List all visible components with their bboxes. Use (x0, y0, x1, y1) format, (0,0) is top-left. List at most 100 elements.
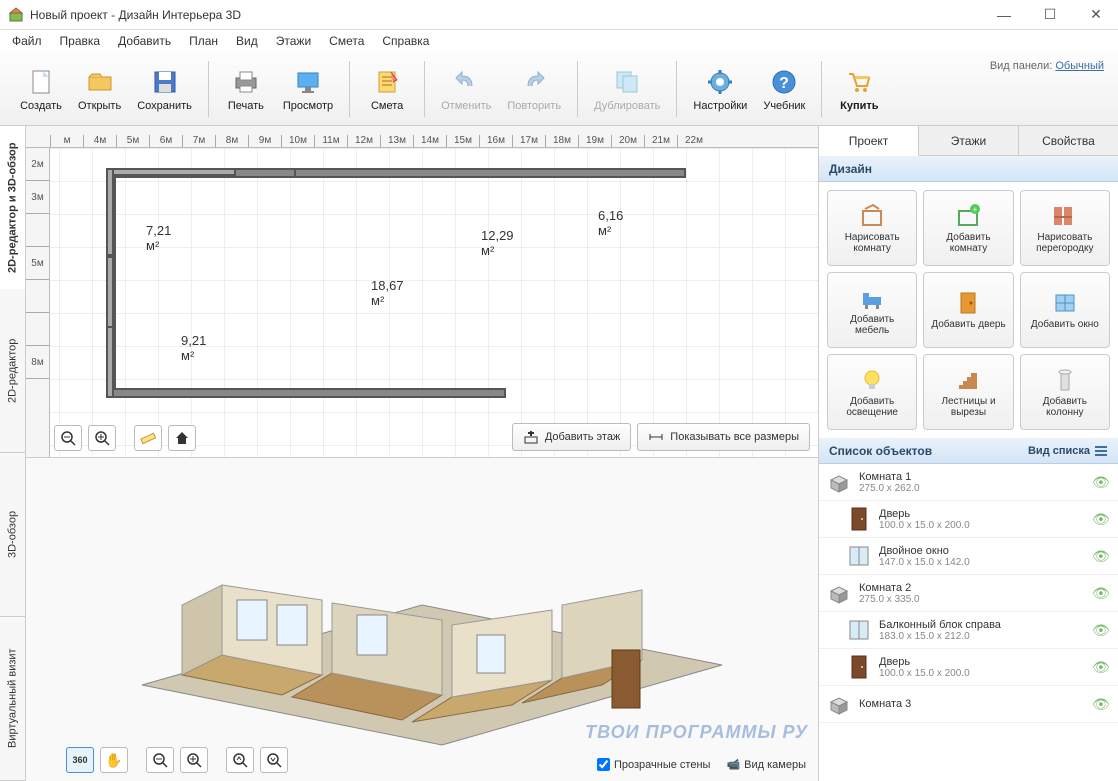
maximize-button[interactable]: ☐ (1036, 5, 1064, 25)
side-tabs: 2D-редактор и 3D-обзор 2D-редактор 3D-об… (0, 126, 26, 781)
titlebar: Новый проект - Дизайн Интерьера 3D — ☐ ✕ (0, 0, 1118, 30)
preview-button[interactable]: Просмотр (277, 64, 339, 114)
new-file-icon (25, 66, 57, 98)
object-item-3[interactable]: Комната 2275.0 x 335.0👁 (819, 575, 1118, 612)
right-panel: Проект Этажи Свойства Дизайн Нарисовать … (818, 126, 1118, 781)
minimize-button[interactable]: — (990, 5, 1018, 25)
obj-icon (827, 468, 851, 496)
object-item-1[interactable]: Дверь100.0 x 15.0 x 200.0👁 (819, 501, 1118, 538)
add-floor-button[interactable]: Добавить этаж (512, 423, 631, 451)
sidetab-3d[interactable]: 3D-обзор (0, 453, 25, 617)
settings-button[interactable]: Настройки (687, 64, 753, 114)
notepad-icon (371, 66, 403, 98)
menu-floors[interactable]: Этажи (268, 32, 319, 50)
design-btn-7[interactable]: Лестницы и вырезы (923, 354, 1013, 430)
redo-button[interactable]: Повторить (501, 64, 567, 114)
design-icon-5 (1051, 289, 1079, 317)
sidetab-virtual[interactable]: Виртуальный визит (0, 617, 25, 781)
obj-icon (827, 690, 851, 718)
rtab-project[interactable]: Проект (819, 126, 919, 156)
object-item-0[interactable]: Комната 1275.0 x 262.0👁 (819, 464, 1118, 501)
close-button[interactable]: ✕ (1082, 5, 1110, 25)
object-item-5[interactable]: Дверь100.0 x 15.0 x 200.0👁 (819, 649, 1118, 686)
monitor-icon (292, 66, 324, 98)
object-item-2[interactable]: Двойное окно147.0 x 15.0 x 142.0👁 (819, 538, 1118, 575)
rtab-properties[interactable]: Свойства (1019, 126, 1118, 155)
open-button[interactable]: Открыть (72, 64, 127, 114)
home-button[interactable] (168, 425, 196, 451)
transparent-walls-checkbox[interactable]: Прозрачные стены (597, 758, 710, 771)
buy-button[interactable]: Купить (832, 64, 886, 114)
view3d-tools: 360 ✋ (66, 747, 288, 773)
design-btn-2[interactable]: Нарисовать перегородку (1020, 190, 1110, 266)
ruler-vertical: 2м3м5м8м (26, 148, 50, 457)
tutorial-button[interactable]: ? Учебник (757, 64, 811, 114)
measure-button[interactable] (134, 425, 162, 451)
rtab-floors[interactable]: Этажи (919, 126, 1019, 155)
visibility-icon[interactable]: 👁 (1092, 585, 1110, 602)
estimate-button[interactable]: Смета (360, 64, 414, 114)
menu-add[interactable]: Добавить (110, 32, 179, 50)
create-button[interactable]: Создать (14, 64, 68, 114)
panel-view-link[interactable]: Обычный (1055, 60, 1104, 72)
plan-tools-right: Добавить этаж Показывать все размеры (512, 423, 810, 451)
list-view-toggle[interactable]: Вид списка (1028, 444, 1108, 458)
visibility-icon[interactable]: 👁 (1092, 696, 1110, 713)
zoom-in-button[interactable] (88, 425, 116, 451)
object-item-4[interactable]: Балконный блок справа183.0 x 15.0 x 212.… (819, 612, 1118, 649)
camera-view-button[interactable]: 📹 Вид камеры (726, 758, 806, 771)
design-icon-3 (858, 284, 886, 312)
design-btn-8[interactable]: Добавить колонну (1020, 354, 1110, 430)
menu-edit[interactable]: Правка (52, 32, 109, 50)
design-btn-0[interactable]: Нарисовать комнату (827, 190, 917, 266)
show-dims-button[interactable]: Показывать все размеры (637, 423, 810, 451)
app-icon (8, 7, 24, 23)
room-area-4: 6,16 м² (598, 208, 623, 238)
design-btn-4[interactable]: Добавить дверь (923, 272, 1013, 348)
right-tabs: Проект Этажи Свойства (819, 126, 1118, 156)
view3d-options: Прозрачные стены 📹 Вид камеры (597, 758, 806, 771)
undo-icon (450, 66, 482, 98)
visibility-icon[interactable]: 👁 (1092, 548, 1110, 565)
design-icon-7 (954, 366, 982, 394)
menu-estimate[interactable]: Смета (321, 32, 372, 50)
svg-text:?: ? (779, 75, 789, 92)
design-btn-1[interactable]: +Добавить комнату (923, 190, 1013, 266)
print-button[interactable]: Печать (219, 64, 273, 114)
menu-help[interactable]: Справка (374, 32, 437, 50)
design-btn-3[interactable]: Добавить мебель (827, 272, 917, 348)
design-btn-6[interactable]: Добавить освещение (827, 354, 917, 430)
object-item-6[interactable]: Комната 3👁 (819, 686, 1118, 723)
zoom-in-3d-button[interactable] (180, 747, 208, 773)
zoom-out-button[interactable] (54, 425, 82, 451)
rotate360-button[interactable]: 360 (66, 747, 94, 773)
room-area-2: 18,67 м² (371, 278, 404, 308)
zoom-out-3d-button[interactable] (146, 747, 174, 773)
obj-icon (827, 579, 851, 607)
visibility-icon[interactable]: 👁 (1092, 474, 1110, 491)
visibility-icon[interactable]: 👁 (1092, 622, 1110, 639)
obj-icon (847, 505, 871, 533)
plan-2d[interactable]: 2м3м5м8м 7,21 м² 18,67 м (26, 148, 818, 458)
visibility-icon[interactable]: 👁 (1092, 511, 1110, 528)
duplicate-button[interactable]: Дублировать (588, 64, 666, 114)
menu-plan[interactable]: План (181, 32, 226, 50)
menu-file[interactable]: Файл (4, 32, 50, 50)
design-btn-5[interactable]: Добавить окно (1020, 272, 1110, 348)
duplicate-icon (611, 66, 643, 98)
design-icon-4 (954, 289, 982, 317)
save-button[interactable]: Сохранить (131, 64, 198, 114)
panel-view-selector: Вид панели: Обычный (990, 60, 1104, 72)
objects-section-header: Список объектов Вид списка (819, 438, 1118, 464)
pan-button[interactable]: ✋ (100, 747, 128, 773)
tilt-up-button[interactable] (226, 747, 254, 773)
window-title: Новый проект - Дизайн Интерьера 3D (30, 8, 990, 22)
menu-view[interactable]: Вид (228, 32, 266, 50)
visibility-icon[interactable]: 👁 (1092, 659, 1110, 676)
sidetab-2d[interactable]: 2D-редактор (0, 289, 25, 453)
undo-button[interactable]: Отменить (435, 64, 497, 114)
sidetab-2d3d[interactable]: 2D-редактор и 3D-обзор (0, 126, 25, 289)
toolbar: Создать Открыть Сохранить Печать Просмот… (0, 52, 1118, 126)
tilt-down-button[interactable] (260, 747, 288, 773)
view-3d[interactable]: 360 ✋ Прозрачные стены 📹 Вид камеры (26, 458, 818, 781)
